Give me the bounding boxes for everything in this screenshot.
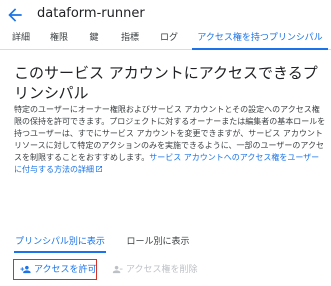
grant-access-label: アクセスを許可 xyxy=(34,264,97,275)
tab-permissions[interactable]: 権限 xyxy=(46,28,72,50)
tab-logs[interactable]: ログ xyxy=(156,28,182,50)
tab-principals-with-access[interactable]: アクセス権を持つプリンシパル xyxy=(192,28,328,50)
page-header: dataform-runner xyxy=(0,0,331,28)
tab-view-by-role[interactable]: ロール別に表示 xyxy=(126,234,190,253)
page-title: dataform-runner xyxy=(37,6,145,21)
external-link-icon xyxy=(95,165,103,177)
add-person-icon xyxy=(20,264,31,275)
service-account-page: dataform-runner 詳細 権限 鍵 指標 ログ アクセス権を持つプリ… xyxy=(0,0,331,286)
remove-person-icon xyxy=(112,264,123,275)
grant-access-button[interactable]: アクセスを許可 xyxy=(13,259,97,280)
tab-bar: 詳細 権限 鍵 指標 ログ アクセス権を持つプリンシパル xyxy=(0,28,331,50)
section-heading: このサービス アカウントにアクセスできるプリンシパル xyxy=(14,64,318,102)
view-toggle: プリンシパル別に表示 ロール別に表示 xyxy=(14,234,324,253)
remove-access-label: アクセス権を削除 xyxy=(126,264,198,275)
remove-access-button[interactable]: アクセス権を削除 xyxy=(112,262,198,277)
tab-view-by-principal[interactable]: プリンシパル別に表示 xyxy=(14,234,106,253)
back-arrow-icon[interactable] xyxy=(5,5,25,25)
tab-details[interactable]: 詳細 xyxy=(8,28,34,50)
tab-metrics[interactable]: 指標 xyxy=(116,28,144,50)
section-description: 特定のユーザーにオーナー権限およびサービス アカウントとその設定へのアクセス権限… xyxy=(14,104,326,177)
tab-keys[interactable]: 鍵 xyxy=(84,28,104,50)
